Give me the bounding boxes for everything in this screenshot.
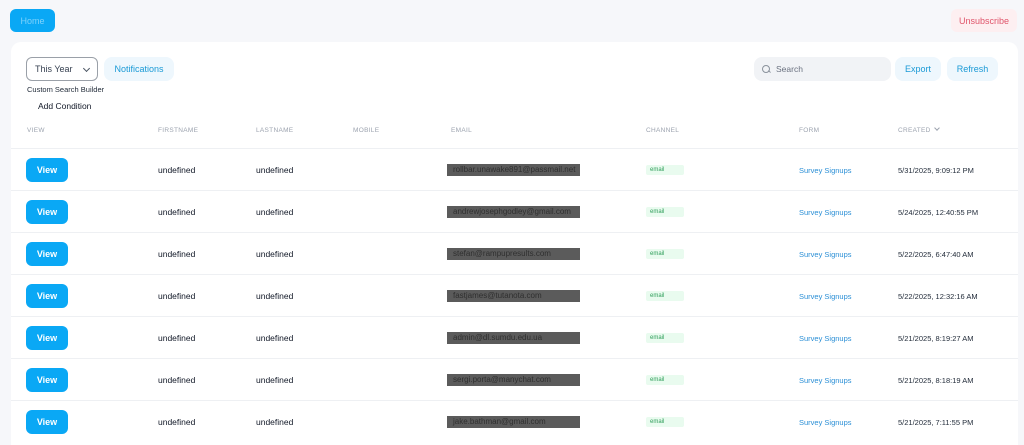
email-cell: admin@dl.sumdu.edu.ua xyxy=(447,332,580,344)
table-row: View undefined undefined admin@dl.sumdu.… xyxy=(11,316,1018,358)
view-button[interactable]: View xyxy=(26,242,68,266)
col-header-channel[interactable]: CHANNEL xyxy=(646,127,679,134)
col-header-lastname[interactable]: LASTNAME xyxy=(256,127,293,134)
view-button[interactable]: View xyxy=(26,200,68,224)
channel-badge: email xyxy=(646,333,684,343)
form-link[interactable]: Survey Signups xyxy=(799,317,852,359)
view-button[interactable]: View xyxy=(26,368,68,392)
export-button[interactable]: Export xyxy=(895,57,941,81)
channel-badge: email xyxy=(646,207,684,217)
notifications-button[interactable]: Notifications xyxy=(104,57,174,81)
channel-badge: email xyxy=(646,417,684,427)
col-header-mobile[interactable]: MOBILE xyxy=(353,127,379,134)
col-header-view[interactable]: VIEW xyxy=(27,127,45,134)
sort-desc-icon xyxy=(933,125,940,131)
contacts-card: This Year Notifications Custom Search Bu… xyxy=(11,42,1018,445)
custom-search-builder-label: Custom Search Builder xyxy=(27,85,105,94)
period-select[interactable]: This Year xyxy=(26,57,98,81)
form-link[interactable]: Survey Signups xyxy=(799,233,852,275)
search-input[interactable] xyxy=(776,64,881,74)
created-cell: 5/24/2025, 12:40:55 PM xyxy=(898,207,979,217)
lastname-cell: undefined xyxy=(256,165,294,175)
table-row: View undefined undefined sergi.porta@man… xyxy=(11,358,1018,400)
created-cell: 5/21/2025, 8:19:27 AM xyxy=(898,333,974,343)
channel-badge: email xyxy=(646,249,684,259)
col-header-created-label: CREATED xyxy=(898,127,931,134)
channel-badge: email xyxy=(646,165,684,175)
channel-badge: email xyxy=(646,291,684,301)
home-button[interactable]: Home xyxy=(10,9,55,32)
form-link[interactable]: Survey Signups xyxy=(799,359,852,401)
created-cell: 5/21/2025, 8:18:19 AM xyxy=(898,375,974,385)
chevron-down-icon xyxy=(82,64,91,73)
table-header: VIEW FIRSTNAME LASTNAME MOBILE EMAIL CHA… xyxy=(11,125,1018,139)
col-header-firstname[interactable]: FIRSTNAME xyxy=(158,127,198,134)
search-box[interactable] xyxy=(754,57,891,81)
table-row: View undefined undefined andrewjosephgod… xyxy=(11,190,1018,232)
firstname-cell: undefined xyxy=(158,207,196,217)
email-cell: sergi.porta@manychat.com xyxy=(447,374,580,386)
created-cell: 5/31/2025, 9:09:12 PM xyxy=(898,165,974,175)
channel-badge: email xyxy=(646,375,684,385)
col-header-created[interactable]: CREATED xyxy=(898,125,940,134)
lastname-cell: undefined xyxy=(256,291,294,301)
email-cell: andrewjosephgodley@gmail.com xyxy=(447,206,580,218)
unsubscribe-button[interactable]: Unsubscribe xyxy=(951,9,1017,32)
firstname-cell: undefined xyxy=(158,417,196,427)
col-header-form[interactable]: FORM xyxy=(799,127,819,134)
lastname-cell: undefined xyxy=(256,417,294,427)
table-row: View undefined undefined fastjames@tutan… xyxy=(11,274,1018,316)
table-row: View undefined undefined stefan@rampupre… xyxy=(11,232,1018,274)
view-button[interactable]: View xyxy=(26,284,68,308)
firstname-cell: undefined xyxy=(158,249,196,259)
period-select-value: This Year xyxy=(35,64,73,74)
refresh-button[interactable]: Refresh xyxy=(947,57,998,81)
firstname-cell: undefined xyxy=(158,375,196,385)
form-link[interactable]: Survey Signups xyxy=(799,275,852,317)
lastname-cell: undefined xyxy=(256,249,294,259)
search-icon xyxy=(762,64,771,74)
firstname-cell: undefined xyxy=(158,333,196,343)
email-cell: jake.bathman@gmail.com xyxy=(447,416,580,428)
created-cell: 5/22/2025, 6:47:40 AM xyxy=(898,249,974,259)
email-cell: fastjames@tutanota.com xyxy=(447,290,580,302)
add-condition-button[interactable]: Add Condition xyxy=(38,101,91,111)
email-cell: stefan@rampupresults.com xyxy=(447,248,580,260)
form-link[interactable]: Survey Signups xyxy=(799,191,852,233)
email-cell: rollbar.unawake891@passmail.net xyxy=(447,164,580,176)
created-cell: 5/22/2025, 12:32:16 AM xyxy=(898,291,978,301)
lastname-cell: undefined xyxy=(256,333,294,343)
view-button[interactable]: View xyxy=(26,326,68,350)
form-link[interactable]: Survey Signups xyxy=(799,401,852,443)
col-header-email[interactable]: EMAIL xyxy=(451,127,472,134)
view-button[interactable]: View xyxy=(26,410,68,434)
table-row: View undefined undefined jake.bathman@gm… xyxy=(11,400,1018,442)
created-cell: 5/21/2025, 7:11:55 PM xyxy=(898,417,974,427)
top-bar: Home Unsubscribe xyxy=(0,0,1024,42)
table-row: View undefined undefined rollbar.unawake… xyxy=(11,148,1018,190)
form-link[interactable]: Survey Signups xyxy=(799,149,852,191)
firstname-cell: undefined xyxy=(158,291,196,301)
lastname-cell: undefined xyxy=(256,375,294,385)
view-button[interactable]: View xyxy=(26,158,68,182)
lastname-cell: undefined xyxy=(256,207,294,217)
firstname-cell: undefined xyxy=(158,165,196,175)
